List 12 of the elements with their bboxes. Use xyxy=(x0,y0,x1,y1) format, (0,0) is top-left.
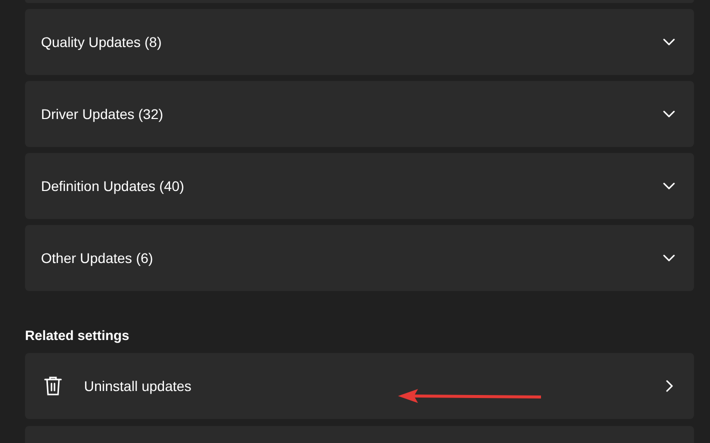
expander-label: Driver Updates (32) xyxy=(41,106,164,122)
expander-card[interactable]: Driver Updates (32) xyxy=(25,81,694,147)
section-heading: Related settings xyxy=(25,328,130,343)
expander-label: Other Updates (6) xyxy=(41,250,154,266)
link-label: Uninstall updates xyxy=(84,378,192,394)
expander-label: Definition Updates (40) xyxy=(41,178,186,194)
expander-card[interactable]: Other Updates (6) xyxy=(25,225,694,291)
expander-card[interactable]: Definition Updates (40) xyxy=(25,153,694,219)
settings-link-card[interactable]: Uninstall updates xyxy=(25,353,694,419)
trash-icon xyxy=(44,376,62,396)
expander-card[interactable]: Quality Updates (8) xyxy=(25,9,694,75)
expander-label: Quality Updates (8) xyxy=(41,34,163,50)
